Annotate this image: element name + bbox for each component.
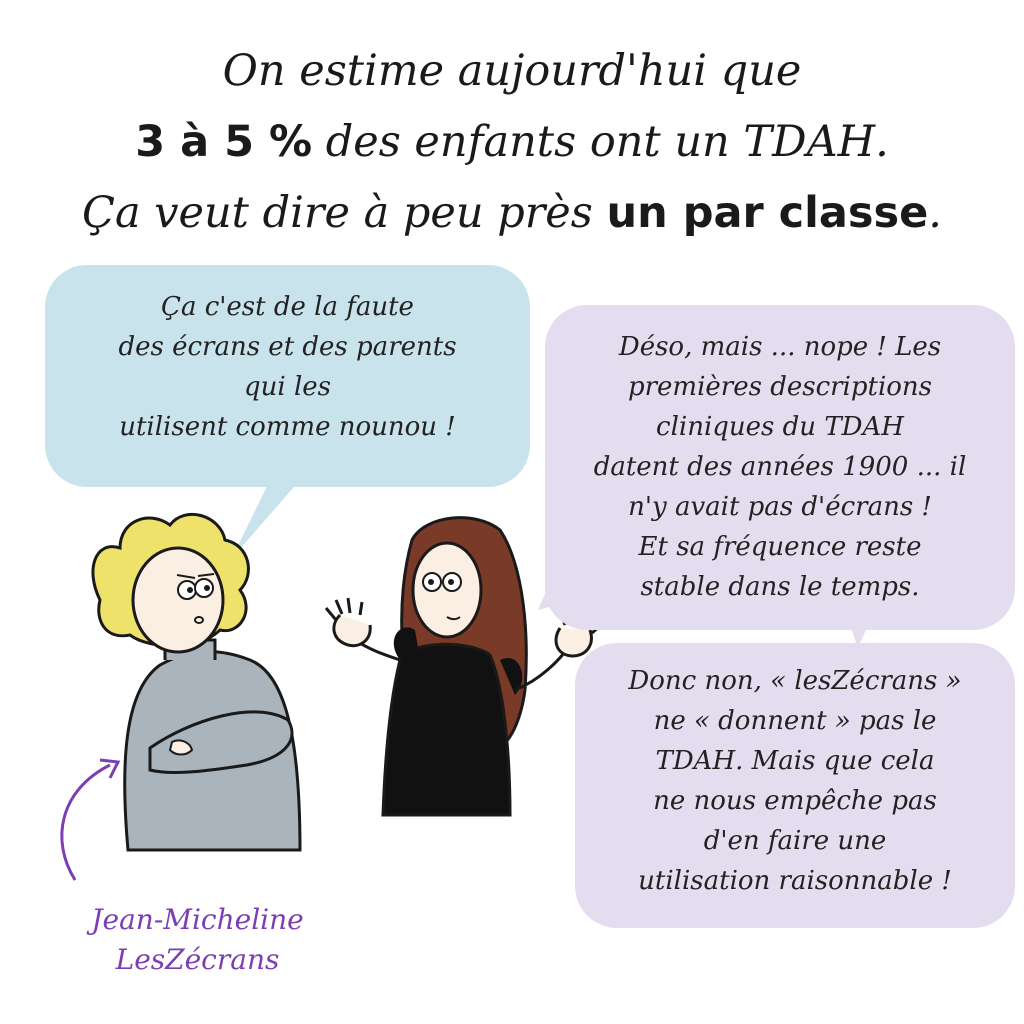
left-hand [324,597,372,648]
headline-line-2: 3 à 5 % des enfants ont un TDAH. [135,117,889,167]
caption-line: LesZécrans [115,943,280,976]
bubble-text-line: cliniques du TDAH [656,412,904,442]
bubble-text-line: datent des années 1900 ... il [593,452,967,482]
bubble-text-line: Déso, mais ... nope ! Les [618,332,942,362]
caption-arrow [60,763,111,881]
speech-bubble-right-bottom: Donc non, « lesZécrans » ne « donnent » … [575,643,1015,928]
bubble-text-line: qui les [243,372,331,402]
bubble-text-line: stable dans le temps. [640,572,920,602]
bubble-text-line: ne nous empêche pas [653,786,937,816]
headline-line-3: Ça veut dire à peu près un par classe. [82,188,942,238]
bubble-text-line: n'y avait pas d'écrans ! [628,492,932,522]
headline-percentage: 3 à 5 % [135,117,313,167]
character-blonde-woman [91,512,302,852]
speech-bubble-left: Ça c'est de la faute des écrans et des p… [45,265,530,487]
bubble-text-line: utilisent comme nounou ! [119,412,456,442]
bubble-text-line: d'en faire une [703,826,887,856]
face [131,546,225,654]
bubble-text-line: TDAH. Mais que cela [655,746,935,776]
bubble-text-line: Et sa fréquence reste [638,532,922,562]
bubble-text-line: ne « donnent » pas le [653,706,937,736]
bubble-text-line: des écrans et des parents [118,332,457,362]
bubble-text-line: Ça c'est de la faute [161,292,414,322]
headline-emphasis: un par classe [606,188,929,238]
headline-line-1: On estime aujourd'hui que [222,46,802,96]
bubble-text-line: utilisation raisonnable ! [638,866,952,896]
bubble-text-line: premières descriptions [627,372,933,402]
caption-line: Jean-Micheline [91,903,304,936]
black-shirt [381,642,512,817]
bubble-text-line: Donc non, « lesZécrans » [628,666,962,696]
speech-bubble-right-top: Déso, mais ... nope ! Les premières desc… [545,305,1015,630]
character-caption: Jean-Micheline LesZécrans [60,900,335,980]
headline: On estime aujourd'hui que 3 à 5 % des en… [0,36,1024,249]
left-bubble-tail [232,480,300,558]
